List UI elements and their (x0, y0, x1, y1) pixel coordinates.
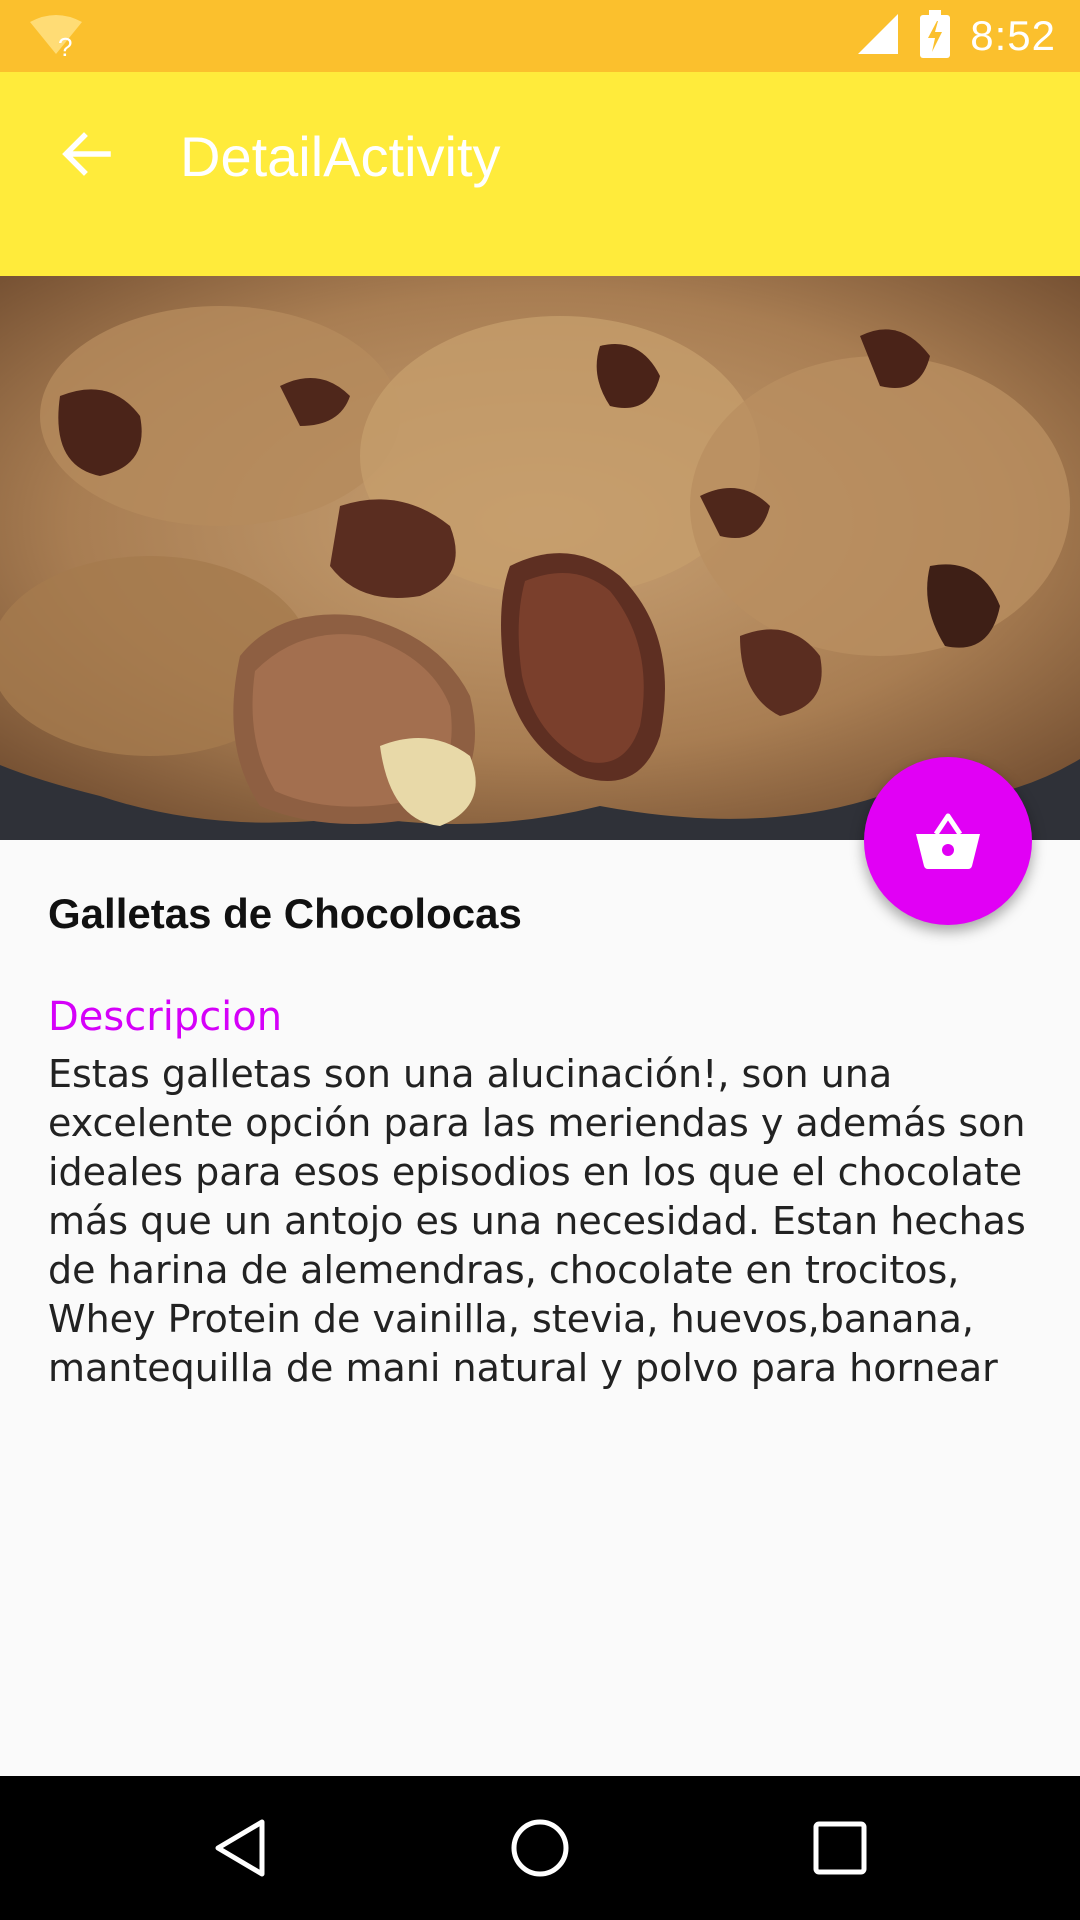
screen: ? 8:52 DetailActivity Galletas de Chocol… (0, 0, 1080, 1920)
wifi-question-icon: ? (28, 14, 84, 62)
description-text: Estas galletas son una alucinación!, son… (48, 1052, 1026, 1390)
app-bar: DetailActivity (0, 72, 1080, 276)
back-nav-icon (215, 1819, 265, 1877)
app-title: DetailActivity (180, 125, 501, 188)
back-button[interactable] (44, 112, 128, 196)
hero-image (0, 276, 1080, 840)
status-bar: ? 8:52 (0, 0, 1080, 72)
battery-charging-icon (920, 9, 951, 63)
status-right: 8:52 (856, 0, 1056, 72)
description-label: Descripcion (48, 994, 283, 1040)
nav-recents-button[interactable] (790, 1798, 890, 1898)
nav-home-button[interactable] (490, 1798, 590, 1898)
status-time: 8:52 (970, 12, 1056, 59)
arrow-back-icon (62, 132, 111, 176)
chocolate-cookies-photo (0, 276, 1080, 840)
home-nav-icon (511, 1819, 569, 1877)
nav-back-button[interactable] (190, 1798, 290, 1898)
svg-text:?: ? (58, 32, 72, 60)
navigation-bar (0, 1776, 1080, 1920)
recents-nav-icon (813, 1821, 867, 1875)
shopping-basket-icon (916, 813, 980, 869)
detail-content: Galletas de Chocolocas Descripcion Estas… (48, 890, 1028, 1393)
cell-signal-icon (856, 12, 900, 61)
recipe-title: Galletas de Chocolocas (48, 890, 522, 937)
